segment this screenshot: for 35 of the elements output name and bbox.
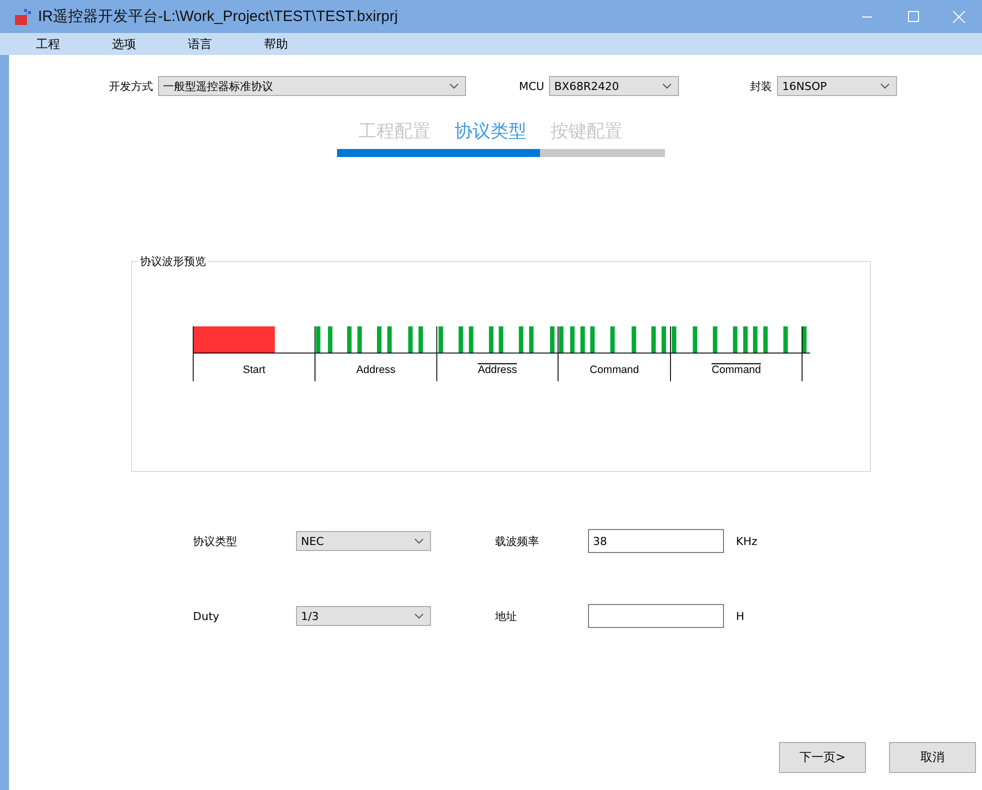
segment-label: Command [590, 364, 639, 376]
dialog-button[interactable]: 取消 [889, 742, 976, 773]
field-label: Duty [193, 610, 220, 622]
segment-label: Start [242, 364, 266, 376]
dropdown[interactable]: BX68R2420 [549, 76, 680, 96]
field-label: 开发方式 [109, 78, 153, 94]
menu-item[interactable]: 选项 [112, 33, 188, 55]
chevron-icon [880, 83, 890, 89]
chevron-icon [662, 83, 672, 89]
field-label: 协议类型 [193, 534, 238, 548]
input-field[interactable] [588, 604, 724, 628]
chevron-icon [449, 83, 459, 89]
group-title: 协议波形预览 [138, 254, 208, 269]
chevron-icon [414, 613, 424, 619]
app-icon [14, 8, 32, 26]
window-title: IR遥控器开发平台-L:\Work_Project\TEST\TEST.bxirprj [38, 7, 399, 26]
dropdown[interactable]: 1/3 [296, 606, 431, 626]
input-field[interactable]: 38 [588, 529, 724, 553]
menu-item[interactable]: 工程 [36, 33, 112, 55]
field-label: MCU [519, 80, 544, 92]
dropdown[interactable]: NEC [296, 531, 431, 551]
chevron-icon [414, 538, 424, 544]
menu-item[interactable]: 帮助 [264, 33, 340, 55]
segment-label: Address [356, 364, 396, 376]
dialog-button[interactable]: 下一页> [779, 742, 866, 773]
segment-label: Address [478, 364, 518, 376]
field-label: 地址 [495, 608, 518, 624]
unit-label: KHz [736, 534, 758, 548]
dropdown[interactable]: 16NSOP [777, 76, 898, 96]
field-label: 载波频率 [495, 534, 540, 548]
unit-label: H [736, 610, 746, 622]
field-label: 封装 [750, 78, 772, 94]
dropdown[interactable]: 一般型遥控器标准协议 [158, 76, 466, 96]
menu-item[interactable]: 语言 [188, 33, 264, 55]
segment-label: Command [712, 364, 761, 376]
